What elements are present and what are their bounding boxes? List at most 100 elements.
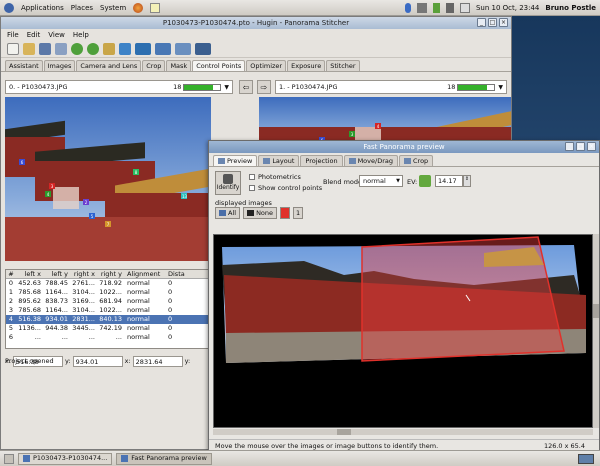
- tab-images[interactable]: Images: [43, 60, 76, 71]
- preview-icon[interactable]: [155, 42, 171, 55]
- col-index[interactable]: #: [6, 270, 16, 278]
- text-editor-icon[interactable]: [150, 2, 161, 13]
- horizontal-scrollbar[interactable]: [213, 429, 593, 435]
- chevron-down-icon[interactable]: ▼: [498, 84, 503, 91]
- user-name[interactable]: Bruno Postle: [545, 4, 596, 12]
- show-cp-checkbox[interactable]: Show control points: [249, 184, 322, 192]
- table-row[interactable]: 0 452.63 788.45 2761... 718.92 normal 0: [6, 279, 208, 288]
- menu-edit[interactable]: Edit: [27, 31, 41, 39]
- hugin-titlebar[interactable]: P1030473-P1030474.pto - Hugin - Panorama…: [1, 17, 511, 29]
- right-image-select[interactable]: 1. - P1030474.JPG 18 ▼: [275, 80, 507, 94]
- vertical-scrollbar[interactable]: [593, 234, 599, 428]
- open-project-icon[interactable]: [23, 42, 35, 55]
- chevron-down-icon[interactable]: ▼: [224, 84, 229, 91]
- network-icon[interactable]: [416, 3, 427, 13]
- left-photo[interactable]: 6 4 3 2 5 8 13 7: [5, 97, 211, 261]
- menu-view[interactable]: View: [48, 31, 65, 39]
- identify-button[interactable]: Identify: [215, 171, 241, 195]
- photometrics-checkbox[interactable]: Photometrics: [249, 173, 301, 181]
- menu-system[interactable]: System: [100, 4, 126, 12]
- add-images-icon[interactable]: [103, 42, 115, 55]
- table-header: # left x left y right x right y Alignmen…: [6, 270, 208, 279]
- tab-projection[interactable]: Projection: [300, 155, 343, 166]
- optimize-icon[interactable]: [119, 42, 131, 55]
- tab-layout[interactable]: Layout: [258, 155, 300, 166]
- show-desktop-icon[interactable]: [4, 453, 14, 464]
- task-hugin[interactable]: P1030473-P1030474...: [18, 452, 113, 465]
- menu-places[interactable]: Places: [71, 4, 93, 12]
- tab-crop[interactable]: Crop: [142, 60, 166, 71]
- preview-titlebar[interactable]: Fast Panorama preview _ □ ×: [209, 141, 599, 153]
- table-row[interactable]: 5 1136... 944.38 3445... 742.19 normal 0: [6, 324, 208, 333]
- show-none-button[interactable]: None: [243, 207, 278, 219]
- tab-camera-lens[interactable]: Camera and Lens: [76, 60, 142, 71]
- panorama-preview[interactable]: [213, 234, 593, 428]
- photometrics-check[interactable]: [249, 174, 255, 180]
- task-fast-preview[interactable]: Fast Panorama preview: [116, 452, 212, 465]
- tab-control-points[interactable]: Control Points: [192, 60, 246, 71]
- maximize-icon[interactable]: □: [488, 18, 497, 27]
- preview-app-icon: [121, 455, 129, 462]
- menu-applications[interactable]: Applications: [21, 4, 64, 12]
- tab-crop[interactable]: Crop: [399, 155, 434, 166]
- show-all-button[interactable]: All: [215, 207, 241, 219]
- close-icon[interactable]: ×: [499, 18, 508, 27]
- col-left-y[interactable]: left y: [43, 270, 70, 278]
- image-1-toggle[interactable]: 1: [293, 207, 304, 219]
- reset-ev-icon[interactable]: [419, 175, 431, 187]
- tab-optimizer[interactable]: Optimizer: [246, 60, 287, 71]
- close-icon[interactable]: ×: [587, 142, 596, 151]
- col-right-y[interactable]: right y: [97, 270, 124, 278]
- new-project-icon[interactable]: [7, 42, 19, 55]
- mail-icon[interactable]: [459, 3, 470, 13]
- menu-file[interactable]: File: [7, 31, 19, 39]
- blend-select[interactable]: normal ▼: [359, 175, 403, 187]
- next-image-icon[interactable]: ⇨: [257, 80, 271, 94]
- battery-icon[interactable]: [432, 3, 440, 13]
- table-row[interactable]: 2 895.62 838.73 3169... 681.94 normal 0: [6, 297, 208, 306]
- fast-preview-icon[interactable]: [175, 42, 191, 55]
- col-right-x[interactable]: right x: [70, 270, 97, 278]
- save-project-icon[interactable]: [39, 42, 51, 55]
- clock[interactable]: Sun 10 Oct, 23:44: [476, 4, 539, 12]
- panorama-canvas[interactable]: [214, 235, 593, 428]
- table-row[interactable]: 4 516.38 934.01 2831... 840.13 normal 0: [6, 315, 208, 324]
- volume-icon[interactable]: [445, 3, 454, 13]
- horizontal-scroll-thumb[interactable]: [337, 429, 351, 435]
- left-y-input[interactable]: 934.01: [72, 355, 123, 367]
- tab-stitcher[interactable]: Stitcher: [326, 60, 360, 71]
- stitch-icon[interactable]: [135, 42, 151, 55]
- vertical-scroll-thumb[interactable]: [593, 304, 599, 318]
- col-distance[interactable]: Dista: [168, 270, 198, 278]
- table-row[interactable]: 3 785.68 1164... 3104... 1022... normal 0: [6, 306, 208, 315]
- tab-assistant[interactable]: Assistant: [5, 60, 43, 71]
- ev-spinner[interactable]: ⇕: [463, 175, 471, 187]
- show-cp-check[interactable]: [249, 185, 255, 191]
- col-left-x[interactable]: left x: [16, 270, 43, 278]
- maximize-icon[interactable]: □: [576, 142, 585, 151]
- right-x-input[interactable]: 2831.64: [132, 355, 183, 367]
- gnome-foot-icon[interactable]: [4, 2, 14, 13]
- control-points-table[interactable]: # left x left y right x right y Alignmen…: [5, 269, 209, 349]
- ev-input[interactable]: 14.17: [435, 175, 463, 187]
- minimize-icon[interactable]: _: [477, 18, 486, 27]
- image-0-toggle[interactable]: [280, 207, 291, 219]
- col-alignment[interactable]: Alignment: [124, 270, 168, 278]
- prev-image-icon[interactable]: ⇦: [239, 80, 253, 94]
- save-as-icon[interactable]: [55, 42, 67, 55]
- tab-move-drag[interactable]: Move/Drag: [343, 155, 398, 166]
- undo-icon[interactable]: [71, 42, 83, 55]
- left-image-select[interactable]: 0. - P1030473.JPG 18 ▼: [5, 80, 233, 94]
- workspace-switcher[interactable]: [578, 453, 594, 464]
- gl-preview-icon[interactable]: [195, 42, 211, 55]
- tab-preview[interactable]: Preview: [213, 155, 258, 166]
- tab-exposure[interactable]: Exposure: [287, 60, 326, 71]
- redo-icon[interactable]: [87, 42, 99, 55]
- minimize-icon[interactable]: _: [565, 142, 574, 151]
- tab-mask[interactable]: Mask: [166, 60, 192, 71]
- bluetooth-icon[interactable]: [404, 3, 411, 13]
- menu-help[interactable]: Help: [73, 31, 89, 39]
- firefox-icon[interactable]: [133, 2, 144, 13]
- table-row[interactable]: 1 785.68 1164... 3104... 1022... normal 0: [6, 288, 208, 297]
- table-row[interactable]: 6............ normal 0: [6, 333, 208, 342]
